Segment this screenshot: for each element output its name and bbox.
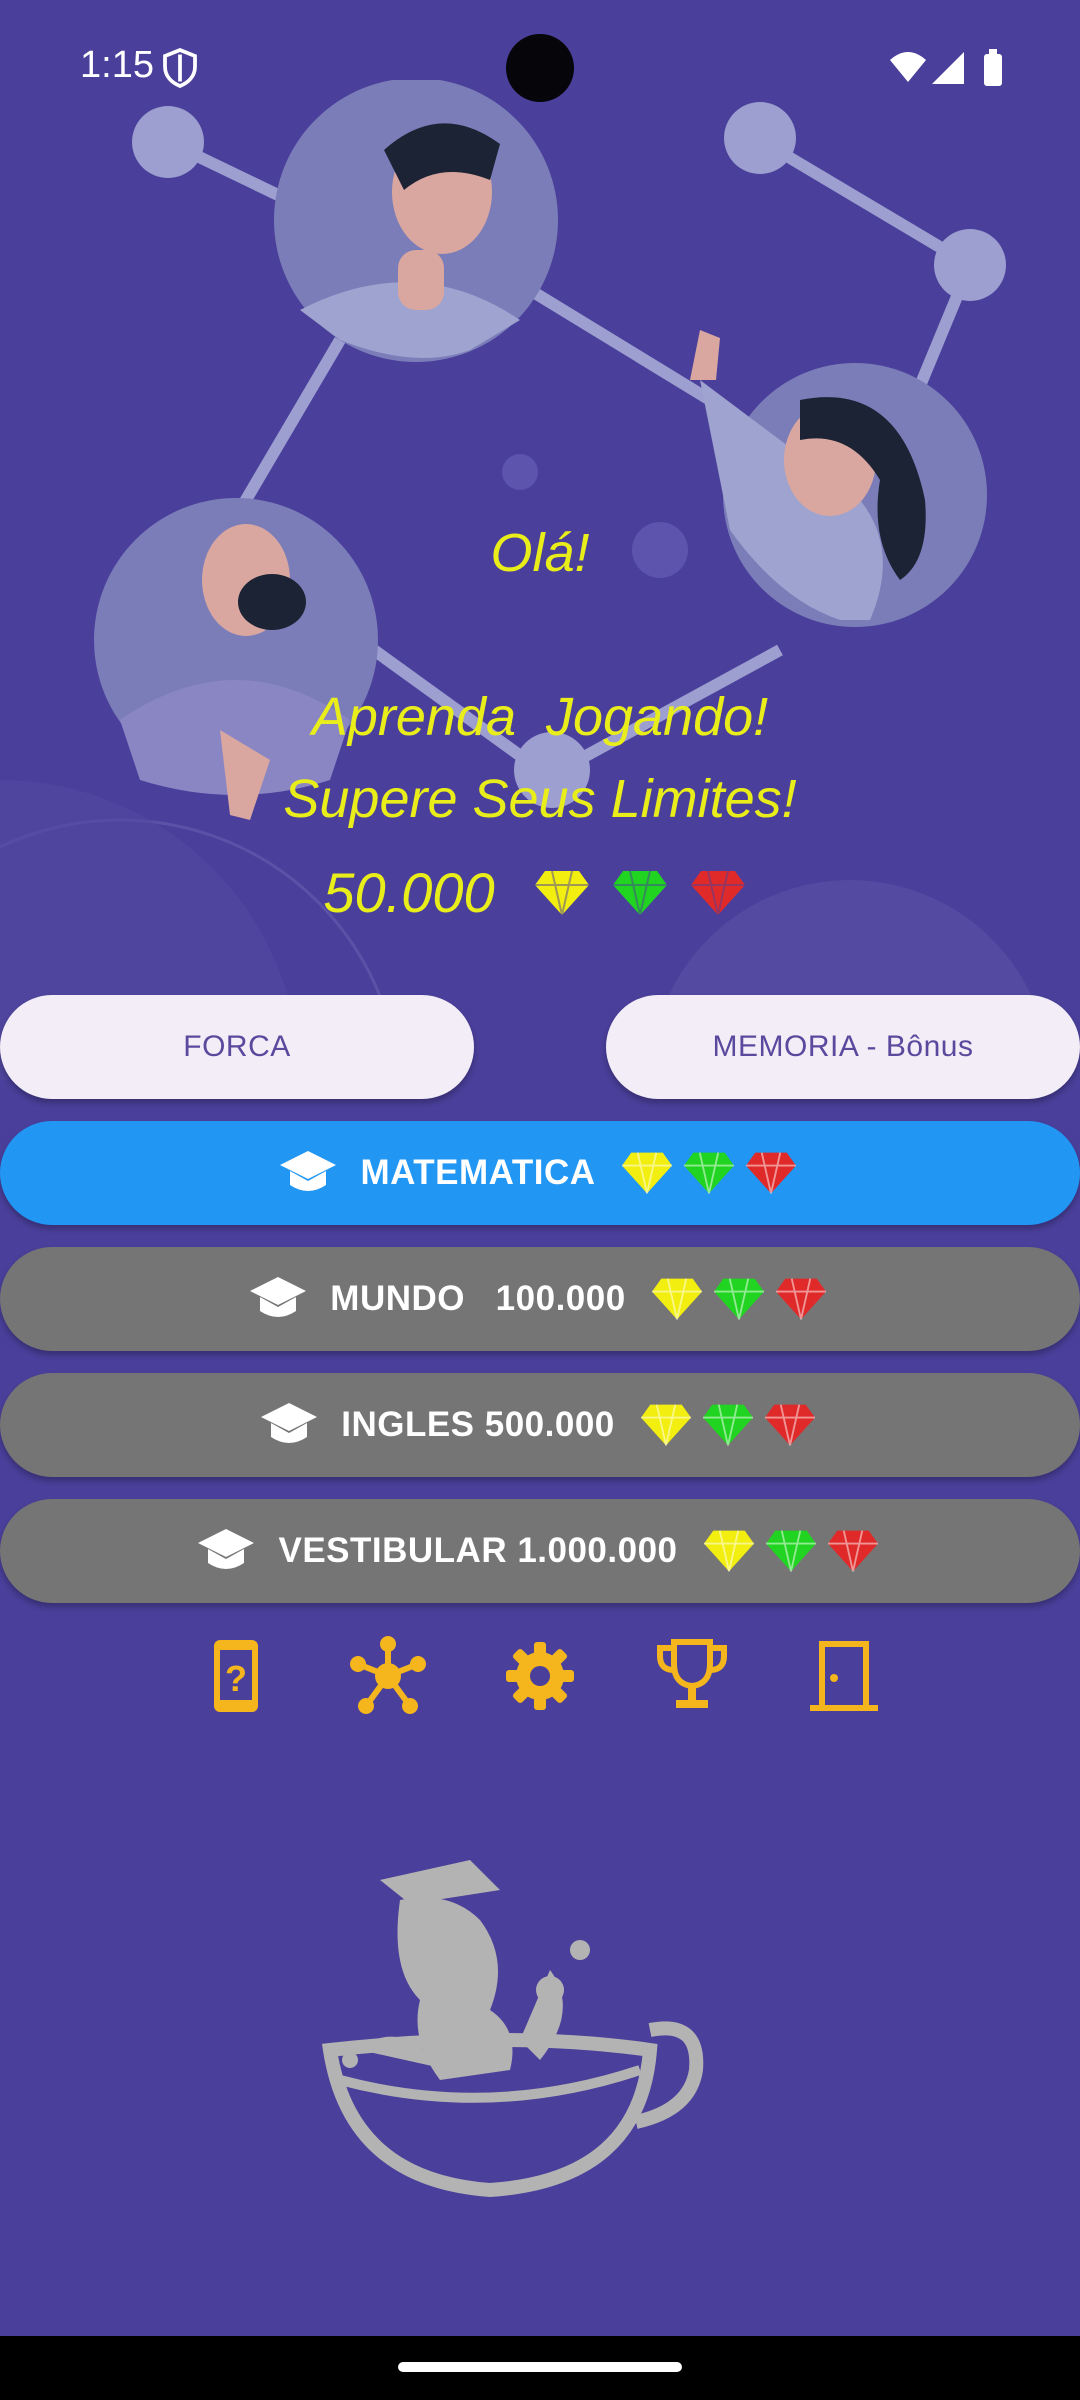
- red-gem-icon: [764, 1404, 815, 1446]
- memoria-bonus-button[interactable]: MEMORIA - Bônus: [606, 995, 1080, 1099]
- red-gem-icon: [745, 1152, 796, 1194]
- door-exit-icon[interactable]: [804, 1636, 884, 1716]
- green-gem-icon: [683, 1152, 734, 1194]
- matematica-button[interactable]: MATEMATICA: [0, 1121, 1080, 1225]
- yellow-gem-icon: [621, 1152, 672, 1194]
- vestibular-button[interactable]: VESTIBULAR 1.000.000: [0, 1499, 1080, 1603]
- graduation-cap-icon: [261, 1403, 318, 1443]
- green-gem-icon: [702, 1404, 753, 1446]
- graduation-cap-icon: [198, 1529, 255, 1569]
- yellow-gem-icon: [640, 1404, 691, 1446]
- phone-question-icon[interactable]: ?: [196, 1636, 276, 1716]
- tagline-limits: Supere Seus Limites!: [283, 769, 797, 829]
- coffee-cup-scholar-logo: [321, 1860, 704, 2198]
- mundo-button[interactable]: MUNDO 100.000: [0, 1247, 1080, 1351]
- trophy-icon[interactable]: [652, 1636, 732, 1716]
- category-label: MATEMATICA: [360, 1153, 596, 1192]
- graduation-cap-icon: [280, 1151, 337, 1191]
- gear-icon[interactable]: [500, 1636, 580, 1716]
- bottom-icon-bar: ?: [0, 1636, 1080, 1716]
- forca-button[interactable]: FORCA: [0, 995, 474, 1099]
- home-gesture-handle[interactable]: [398, 2362, 682, 2372]
- wifi-icon: [890, 52, 926, 82]
- yellow-gem-icon: [534, 870, 589, 915]
- network-icon[interactable]: [348, 1636, 428, 1716]
- category-label: MUNDO 100.000: [330, 1279, 626, 1318]
- yellow-gem-icon: [703, 1530, 754, 1572]
- forca-label: FORCA: [183, 1030, 291, 1063]
- ingles-button[interactable]: INGLES 500.000: [0, 1373, 1080, 1477]
- score-row: 50.000: [0, 860, 1080, 925]
- graduation-cap-icon: [250, 1277, 307, 1317]
- green-gem-icon: [713, 1278, 764, 1320]
- red-gem-icon: [690, 870, 745, 915]
- tagline-learn: Aprenda Jogando!: [311, 687, 769, 747]
- category-label: INGLES 500.000: [341, 1405, 615, 1444]
- svg-text:?: ?: [225, 1658, 247, 1699]
- red-gem-icon: [827, 1530, 878, 1572]
- greeting-text: Olá!: [490, 523, 590, 583]
- green-gem-icon: [765, 1530, 816, 1572]
- red-gem-icon: [775, 1278, 826, 1320]
- category-label: VESTIBULAR 1.000.000: [278, 1531, 678, 1570]
- green-gem-icon: [612, 870, 667, 915]
- score-value: 50.000: [323, 861, 495, 924]
- yellow-gem-icon: [651, 1278, 702, 1320]
- memoria-label: MEMORIA - Bônus: [712, 1030, 974, 1063]
